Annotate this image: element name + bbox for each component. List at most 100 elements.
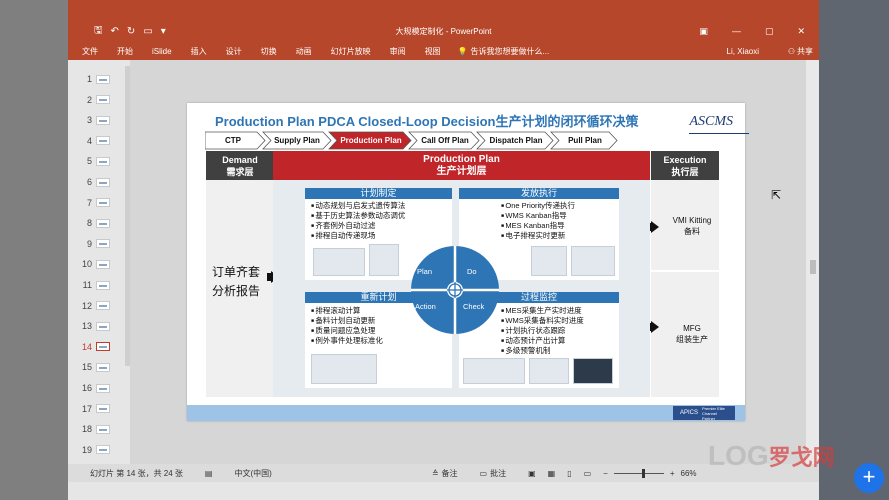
spellcheck-icon[interactable]: ▤ — [205, 469, 213, 478]
slide-sorter-icon[interactable]: ▦ — [548, 469, 556, 478]
save-icon[interactable]: 🖫 — [94, 23, 103, 40]
slideshow-view-icon[interactable]: ▭ — [584, 469, 592, 478]
comments-button[interactable]: ▭ 批注 — [480, 468, 507, 479]
current-slide[interactable]: Production Plan PDCA Closed-Loop Decisio… — [187, 103, 750, 421]
slide-thumbnail-4[interactable]: 4 — [74, 132, 126, 150]
normal-view-icon[interactable]: ▣ — [528, 469, 536, 478]
reading-view-icon[interactable]: ▯ — [567, 469, 571, 478]
dropdown-icon[interactable]: ▾ — [161, 26, 166, 37]
slideshow-icon[interactable]: ▭ — [143, 26, 152, 37]
list-item: MES Kanban指导 — [501, 221, 575, 231]
tell-me-search[interactable]: 💡 告诉我您想要做什么... — [458, 46, 550, 57]
list-item: 动态规划与启发式遗传算法 — [311, 201, 405, 211]
slide-thumbnail-11[interactable]: 11 — [74, 276, 126, 294]
right-2-cn: 组装生产 — [676, 335, 708, 344]
zoom-level[interactable]: 66% — [681, 469, 697, 478]
slide-thumbnail-13[interactable]: 13 — [74, 317, 126, 335]
slide-thumbnail-9[interactable]: 9 — [74, 235, 126, 253]
slide-thumbnail-15[interactable]: 15 — [74, 358, 126, 376]
chevron-label-pull: Pull Plan — [568, 135, 602, 145]
slide-number: 17 — [81, 403, 92, 414]
slide-thumbnail-1[interactable]: 1 — [74, 70, 126, 88]
tab-home[interactable]: 开始 — [117, 46, 133, 57]
schedule-screenshot-image — [311, 354, 377, 384]
slide-thumbnail-8[interactable]: 8 — [74, 214, 126, 232]
slide-thumbnail-12[interactable]: 12 — [74, 297, 126, 315]
slide-thumbnail-6[interactable]: 6 — [74, 173, 126, 191]
demand-en: Demand — [222, 155, 258, 165]
tab-file[interactable]: 文件 — [82, 46, 98, 57]
slide-number: 6 — [86, 177, 92, 187]
language-indicator[interactable]: 中文(中国) — [234, 468, 271, 479]
slide-thumbnail-16[interactable]: 16 — [74, 379, 126, 397]
redo-icon[interactable]: ↻ — [127, 26, 135, 37]
restore-icon[interactable]: ▢ — [765, 26, 774, 37]
tab-insert[interactable]: 插入 — [191, 46, 207, 57]
zoom-in-icon[interactable]: + — [670, 469, 675, 478]
dashboard-image — [573, 358, 613, 384]
plan-en: Production Plan — [423, 154, 500, 165]
check-list: MES采集生产实时进度 WMS采集备料实时进度 计划执行状态跟踪 动态预计产出计… — [501, 306, 584, 356]
slide-thumbnail-19[interactable]: 19 — [74, 441, 126, 459]
notes-button[interactable]: ≙ 备注 — [432, 468, 458, 479]
tab-design[interactable]: 设计 — [226, 46, 242, 57]
slide-number: 4 — [86, 135, 92, 146]
slide-thumbnail-18[interactable]: 18 — [74, 420, 126, 438]
slide-thumbnail-17[interactable]: 17 — [74, 400, 126, 418]
slide-thumbnail-5[interactable]: 5 — [74, 152, 126, 170]
watermark-latin: LOG — [708, 440, 769, 471]
comments-label: 批注 — [490, 468, 507, 478]
tab-slideshow[interactable]: 幻灯片放映 — [331, 46, 371, 57]
list-item: One Priority传递执行 — [501, 201, 575, 211]
pdca-do-label: Do — [467, 267, 477, 276]
tab-transitions[interactable]: 切换 — [261, 46, 277, 57]
do-list: One Priority传递执行 WMS Kanban指导 MES Kanban… — [501, 201, 575, 241]
zoom-out-icon[interactable]: − — [603, 469, 608, 478]
list-item: 动态预计产出计算 — [501, 336, 584, 346]
apics-partner-text: Premier Elite Channel Partner — [702, 405, 725, 421]
slide-preview — [96, 445, 110, 455]
ascms-logo: ASCMS — [689, 114, 750, 134]
tab-animations[interactable]: 动画 — [296, 46, 312, 57]
list-item: MES采集生产实时进度 — [501, 306, 584, 316]
undo-icon[interactable]: ↶ — [111, 26, 119, 37]
tab-view[interactable]: 视图 — [425, 46, 441, 57]
slide-thumbnail-10[interactable]: 10 — [74, 255, 126, 273]
slide-number: 19 — [81, 444, 92, 455]
slide-thumbnail-14[interactable]: 14 — [74, 338, 126, 356]
user-name[interactable]: Li, Xiaoxi — [727, 47, 759, 56]
action-list: 排程滚动计算 备料计划自动更新 质量问题应急处理 例外事件处理标准化 — [311, 306, 383, 346]
slide-number: 2 — [86, 94, 92, 105]
kanban-board-image — [531, 246, 567, 276]
scroll-thumb[interactable] — [810, 260, 816, 274]
demand-header: Demand 需求层 — [206, 151, 274, 180]
slide-thumbnail-2[interactable]: 2 — [74, 91, 126, 109]
zoom-slider[interactable] — [613, 468, 664, 478]
slide-thumbnail-3[interactable]: 3 — [74, 111, 126, 129]
right-1-en: VMI Kitting — [672, 216, 712, 225]
slide-thumbnail-7[interactable]: 7 — [74, 194, 126, 212]
share-button[interactable]: ⚇ 共享 — [788, 46, 813, 57]
ribbon-options-icon[interactable]: ▣ — [699, 26, 708, 37]
share-label: 共享 — [797, 46, 813, 56]
person-icon: ⚇ — [787, 46, 795, 56]
chevron-label-call-off: Call Off Plan — [421, 135, 469, 145]
tab-islide[interactable]: iSlide — [152, 47, 172, 56]
slide-number: 8 — [86, 218, 92, 229]
slide-number: 15 — [81, 362, 92, 373]
list-item: WMS Kanban指导 — [501, 211, 575, 221]
list-item: 基于历史算法参数动态调优 — [311, 211, 405, 221]
list-item: 多级预警机制 — [501, 346, 584, 356]
slide-preview — [96, 177, 110, 187]
left-text-2: 分析报告 — [212, 284, 261, 298]
tab-review[interactable]: 审阅 — [390, 46, 406, 57]
vmi-kitting-label: VMI Kitting 备料 — [664, 215, 720, 237]
editor-scrollbar[interactable] — [806, 60, 819, 464]
minimize-icon[interactable]: — — [732, 26, 741, 37]
slide-number: 5 — [86, 156, 92, 167]
add-floating-button[interactable]: + — [854, 463, 884, 493]
watermark-cn: 罗戈网 — [768, 445, 835, 470]
close-icon[interactable]: ✕ — [797, 26, 805, 37]
zoom-slider-thumb[interactable] — [641, 468, 645, 478]
logo-text: ASCMS — [689, 114, 733, 129]
